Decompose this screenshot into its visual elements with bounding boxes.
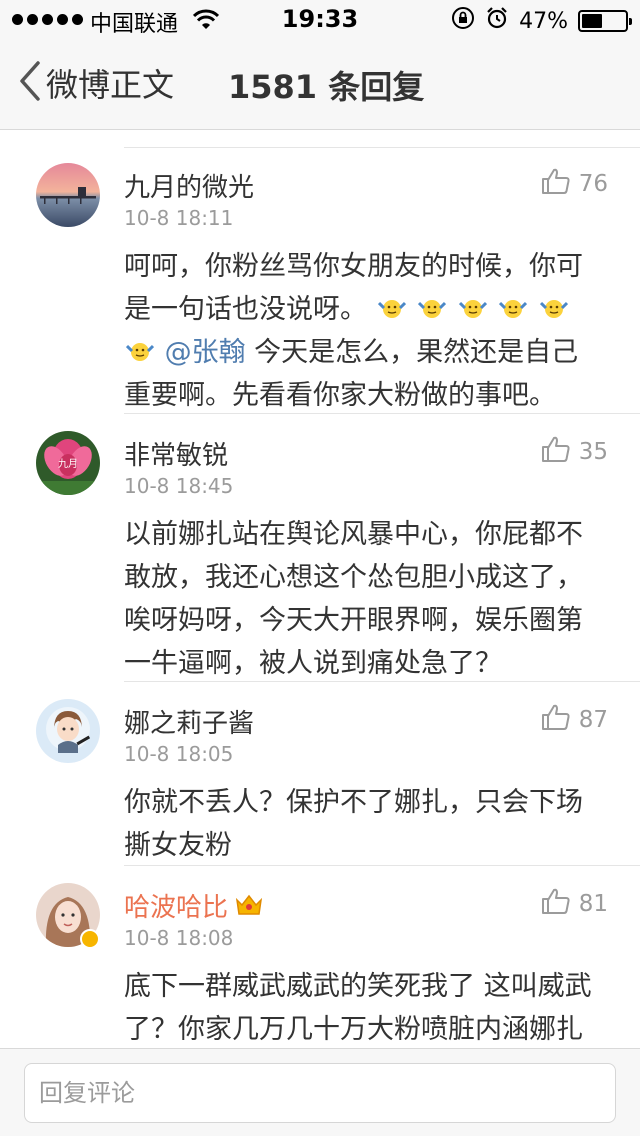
like-button[interactable]: 87	[541, 703, 608, 737]
like-button[interactable]: 35	[541, 435, 608, 469]
avatar-text: 九月	[58, 458, 78, 470]
shrug-emoji-icon	[418, 292, 447, 320]
divider	[124, 865, 640, 866]
comment-time: 10-8 18:45	[124, 474, 234, 498]
divider	[124, 413, 640, 414]
user-name[interactable]: 哈波哈比	[124, 887, 264, 925]
like-count: 35	[578, 439, 608, 465]
like-count: 76	[578, 171, 608, 197]
screen: 中国联通 19:33 47% 微博正文 1581 条回复 九月的微光 10-8 …	[0, 0, 640, 1136]
shrug-emoji-icon	[539, 292, 569, 320]
avatar[interactable]	[36, 163, 100, 227]
avatar[interactable]: 九月	[36, 431, 100, 495]
back-label: 微博正文	[46, 66, 175, 104]
battery-icon	[578, 10, 632, 32]
user-name-text: 哈波哈比	[124, 893, 229, 923]
comment-item: 哈波哈比 10-8 18:08 81 底下一群威武威武的笑死我了 这叫威武了？你…	[0, 883, 640, 1048]
user-name[interactable]: 九月的微光	[124, 167, 254, 204]
back-button[interactable]: 微博正文	[18, 60, 174, 106]
thumbs-up-icon	[541, 167, 571, 201]
thumbs-up-icon	[541, 887, 571, 921]
avatar[interactable]	[36, 699, 100, 763]
comment-text: 你就不丢人？保护不了娜扎，只会下场撕女友粉	[124, 787, 583, 861]
crown-icon	[234, 892, 264, 925]
battery-fill	[582, 14, 602, 28]
shrug-emoji-icon	[377, 292, 406, 320]
reply-input[interactable]	[24, 1063, 616, 1123]
comment-time: 10-8 18:05	[124, 742, 234, 766]
comment-text: 以前娜扎站在舆论风暴中心，你屁都不敢放，我还心想这个怂包胆小成这了，唉呀妈呀，今…	[124, 519, 583, 679]
comment-time: 10-8 18:11	[124, 206, 234, 230]
top-bar: 中国联通 19:33 47% 微博正文 1581 条回复	[0, 0, 640, 130]
like-button[interactable]: 76	[541, 167, 608, 201]
thumbs-up-icon	[541, 703, 571, 737]
shrug-emoji-icon	[458, 292, 487, 320]
battery-percent: 47%	[519, 8, 568, 34]
reply-bar	[0, 1048, 640, 1136]
thumbs-up-icon	[541, 435, 571, 469]
comment-text: 呵呵，你粉丝骂你女朋友的时候，你可是一句话也没说呀。 @张翰 今天是怎么，果然还…	[124, 245, 604, 417]
user-name[interactable]: 娜之莉子酱	[124, 703, 254, 740]
comment-text: 底下一群威武威武的笑死我了 这叫威武了？你家几万几十万大粉喷脏内涵娜扎的时候你在…	[124, 971, 592, 1045]
comment-item: 九月的微光 10-8 18:11 76 呵呵，你粉丝骂你女朋友的时候，你可是一句…	[0, 163, 640, 414]
shrug-emoji-icon	[499, 292, 528, 320]
like-button[interactable]: 81	[541, 887, 608, 921]
nav-bar: 微博正文 1581 条回复	[0, 40, 640, 130]
like-count: 87	[578, 707, 608, 733]
shrug-emoji-icon	[125, 335, 155, 363]
divider	[124, 147, 640, 148]
page-title: 1581 条回复	[228, 68, 425, 106]
comment-list[interactable]: 九月的微光 10-8 18:11 76 呵呵，你粉丝骂你女朋友的时候，你可是一句…	[0, 131, 640, 1048]
comment-item: 九月 非常敏锐 10-8 18:45 35 以前娜扎站在舆论风暴中心，你屁都不敢…	[0, 431, 640, 682]
chevron-left-icon	[18, 61, 42, 105]
like-count: 81	[578, 891, 608, 917]
mention-link[interactable]: @张翰	[165, 337, 246, 368]
comment-item: 娜之莉子酱 10-8 18:05 87 你就不丢人？保护不了娜扎，只会下场撕女友…	[0, 699, 640, 866]
user-name[interactable]: 非常敏锐	[124, 435, 228, 472]
status-right: 47%	[451, 6, 632, 36]
status-bar: 中国联通 19:33 47%	[0, 0, 640, 40]
divider	[124, 681, 640, 682]
comment-time: 10-8 18:08	[124, 926, 234, 950]
rotation-lock-icon	[451, 6, 475, 36]
verified-badge-icon	[80, 929, 100, 949]
alarm-icon	[485, 6, 509, 36]
